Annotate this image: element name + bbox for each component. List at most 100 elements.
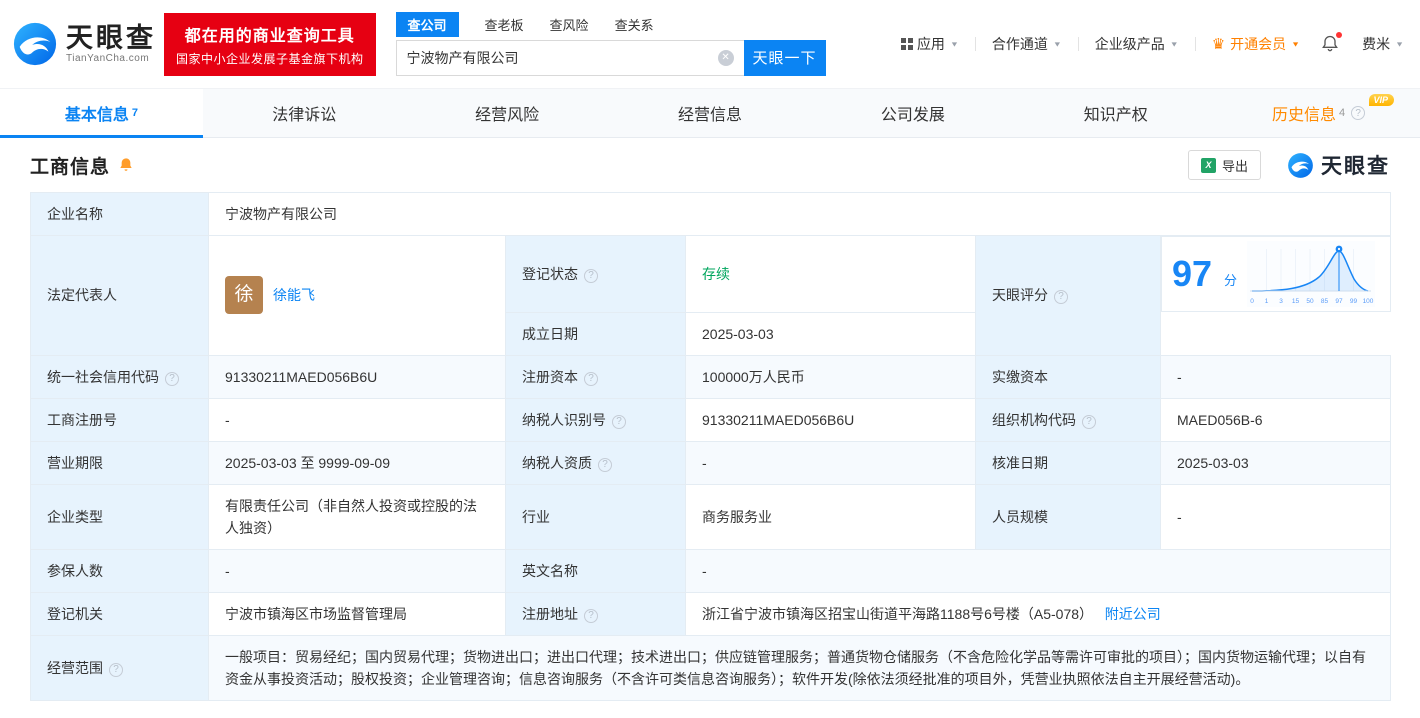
svg-text:99: 99 [1350, 298, 1358, 305]
export-label: 导出 [1222, 156, 1248, 175]
svg-text:3: 3 [1279, 298, 1283, 305]
monitor-bell-icon[interactable] [118, 157, 134, 173]
staff-size-value: - [1161, 484, 1391, 549]
logo-domain: TianYanCha.com [66, 53, 156, 64]
tab-label: 经营风险 [475, 101, 539, 125]
brand-logo[interactable]: 天眼查 [1287, 150, 1390, 180]
term-label: 营业期限 [31, 441, 209, 484]
svg-text:85: 85 [1321, 298, 1329, 305]
tab-intellectual-property[interactable]: 知识产权 [1014, 89, 1217, 137]
tab-count-badge: 4 [1339, 107, 1345, 119]
help-icon[interactable] [584, 269, 598, 283]
nav-open-membership[interactable]: 开通会员 [1212, 34, 1300, 54]
top-nav: 应用 合作通道 企业级产品 开通会员 [901, 34, 1404, 54]
company-type-label: 企业类型 [31, 484, 209, 549]
help-icon[interactable] [598, 458, 612, 472]
tab-business-info[interactable]: 经营信息 [609, 89, 812, 137]
export-button[interactable]: 导出 [1188, 150, 1261, 180]
nav-partner[interactable]: 合作通道 [992, 34, 1062, 54]
approval-date-label: 核准日期 [976, 441, 1161, 484]
company-type-value: 有限责任公司（非自然人投资或控股的法人独资） [209, 484, 506, 549]
search-button[interactable]: 天眼一下 [744, 40, 826, 76]
promo-line2: 国家中小企业发展子基金旗下机构 [176, 50, 364, 67]
est-date-value: 2025-03-03 [686, 312, 976, 355]
svg-text:1: 1 [1265, 298, 1269, 305]
tab-label: 知识产权 [1084, 101, 1148, 125]
divider [1195, 37, 1196, 51]
search-input[interactable] [396, 40, 744, 76]
legal-rep-link[interactable]: 徐能飞 [273, 284, 315, 306]
nav-user-menu[interactable]: 费米 [1362, 34, 1404, 54]
help-icon[interactable] [1054, 290, 1068, 304]
help-icon[interactable] [1351, 106, 1365, 120]
tab-basic-info[interactable]: 基本信息 7 [0, 89, 203, 137]
paid-capital-label: 实缴资本 [976, 355, 1161, 398]
industry-label: 行业 [506, 484, 686, 549]
score-value: 97 [1172, 256, 1212, 292]
help-icon[interactable] [1082, 415, 1096, 429]
help-icon[interactable] [612, 415, 626, 429]
help-icon[interactable] [109, 663, 123, 677]
nearby-companies-link[interactable]: 附近公司 [1105, 606, 1161, 622]
nav-enterprise-label: 企业级产品 [1095, 34, 1165, 54]
score-label: 天眼评分 [976, 236, 1161, 356]
reg-no-value: - [209, 398, 506, 441]
legal-rep-avatar[interactable]: 徐 [225, 276, 263, 314]
help-icon[interactable] [584, 609, 598, 623]
search-tab-risk[interactable]: 查风险 [550, 15, 589, 34]
divider [1078, 37, 1079, 51]
nav-apps[interactable]: 应用 [901, 34, 959, 54]
chevron-down-icon [1170, 40, 1179, 48]
scope-value: 一般项目：贸易经纪；国内贸易代理；货物进出口；进出口代理；技术进出口；供应链管理… [209, 635, 1391, 700]
tab-label: 公司发展 [881, 101, 945, 125]
search-tab-company[interactable]: 查公司 [396, 12, 459, 37]
svg-text:97: 97 [1335, 298, 1343, 305]
approval-date-value: 2025-03-03 [1161, 441, 1391, 484]
tab-operation-risk[interactable]: 经营风险 [406, 89, 609, 137]
vip-badge: VIP [1369, 94, 1395, 106]
term-value: 2025-03-03 至 9999-09-09 [209, 441, 506, 484]
promo-banner: 都在用的商业查询工具 国家中小企业发展子基金旗下机构 [164, 13, 376, 76]
tab-history-info[interactable]: VIP 历史信息 4 [1217, 89, 1420, 137]
search-tab-relation[interactable]: 查关系 [615, 15, 654, 34]
legal-rep-label: 法定代表人 [31, 236, 209, 356]
notification-dot [1336, 32, 1342, 38]
apps-grid-icon [901, 38, 906, 43]
reg-status-label: 登记状态 [506, 236, 686, 313]
tab-legal-litigation[interactable]: 法律诉讼 [203, 89, 406, 137]
tianyancha-logo[interactable]: 天眼查 TianYanCha.com [12, 21, 156, 67]
credit-code-label: 统一社会信用代码 [31, 355, 209, 398]
tianyancha-company-page: 天眼查 TianYanCha.com 都在用的商业查询工具 国家中小企业发展子基… [0, 0, 1420, 701]
chevron-down-icon [1395, 40, 1404, 48]
username: 费米 [1362, 34, 1390, 54]
taxpayer-id-value: 91330211MAED056B6U [686, 398, 976, 441]
est-date-label: 成立日期 [506, 312, 686, 355]
search-tab-boss[interactable]: 查老板 [485, 15, 524, 34]
search-area: 查公司 查老板 查风险 查关系 天眼一下 [396, 13, 826, 76]
brand-logo-icon [1287, 152, 1314, 179]
nav-apps-label: 应用 [917, 34, 945, 54]
tab-count-badge: 7 [132, 107, 138, 119]
help-icon[interactable] [165, 372, 179, 386]
nav-enterprise[interactable]: 企业级产品 [1095, 34, 1179, 54]
tab-company-development[interactable]: 公司发展 [811, 89, 1014, 137]
company-name-value: 宁波物产有限公司 [209, 193, 1391, 236]
paid-capital-value: - [1161, 355, 1391, 398]
en-name-label: 英文名称 [506, 549, 686, 592]
help-icon[interactable] [584, 372, 598, 386]
crown-icon [1212, 35, 1225, 53]
tab-label: 经营信息 [678, 101, 742, 125]
taxpayer-qual-label: 纳税人资质 [506, 441, 686, 484]
svg-text:0: 0 [1250, 298, 1254, 305]
credit-code-value: 91330211MAED056B6U [209, 355, 506, 398]
taxpayer-id-label: 纳税人识别号 [506, 398, 686, 441]
excel-icon [1201, 158, 1216, 173]
svg-text:50: 50 [1306, 298, 1314, 305]
notification-bell-icon[interactable] [1320, 34, 1340, 54]
org-code-label: 组织机构代码 [976, 398, 1161, 441]
score-cell: 97 分 [1161, 236, 1391, 312]
reg-status-value: 存续 [686, 236, 976, 313]
svg-text:15: 15 [1292, 298, 1300, 305]
clear-icon[interactable] [718, 50, 734, 66]
chevron-down-icon [1053, 40, 1062, 48]
